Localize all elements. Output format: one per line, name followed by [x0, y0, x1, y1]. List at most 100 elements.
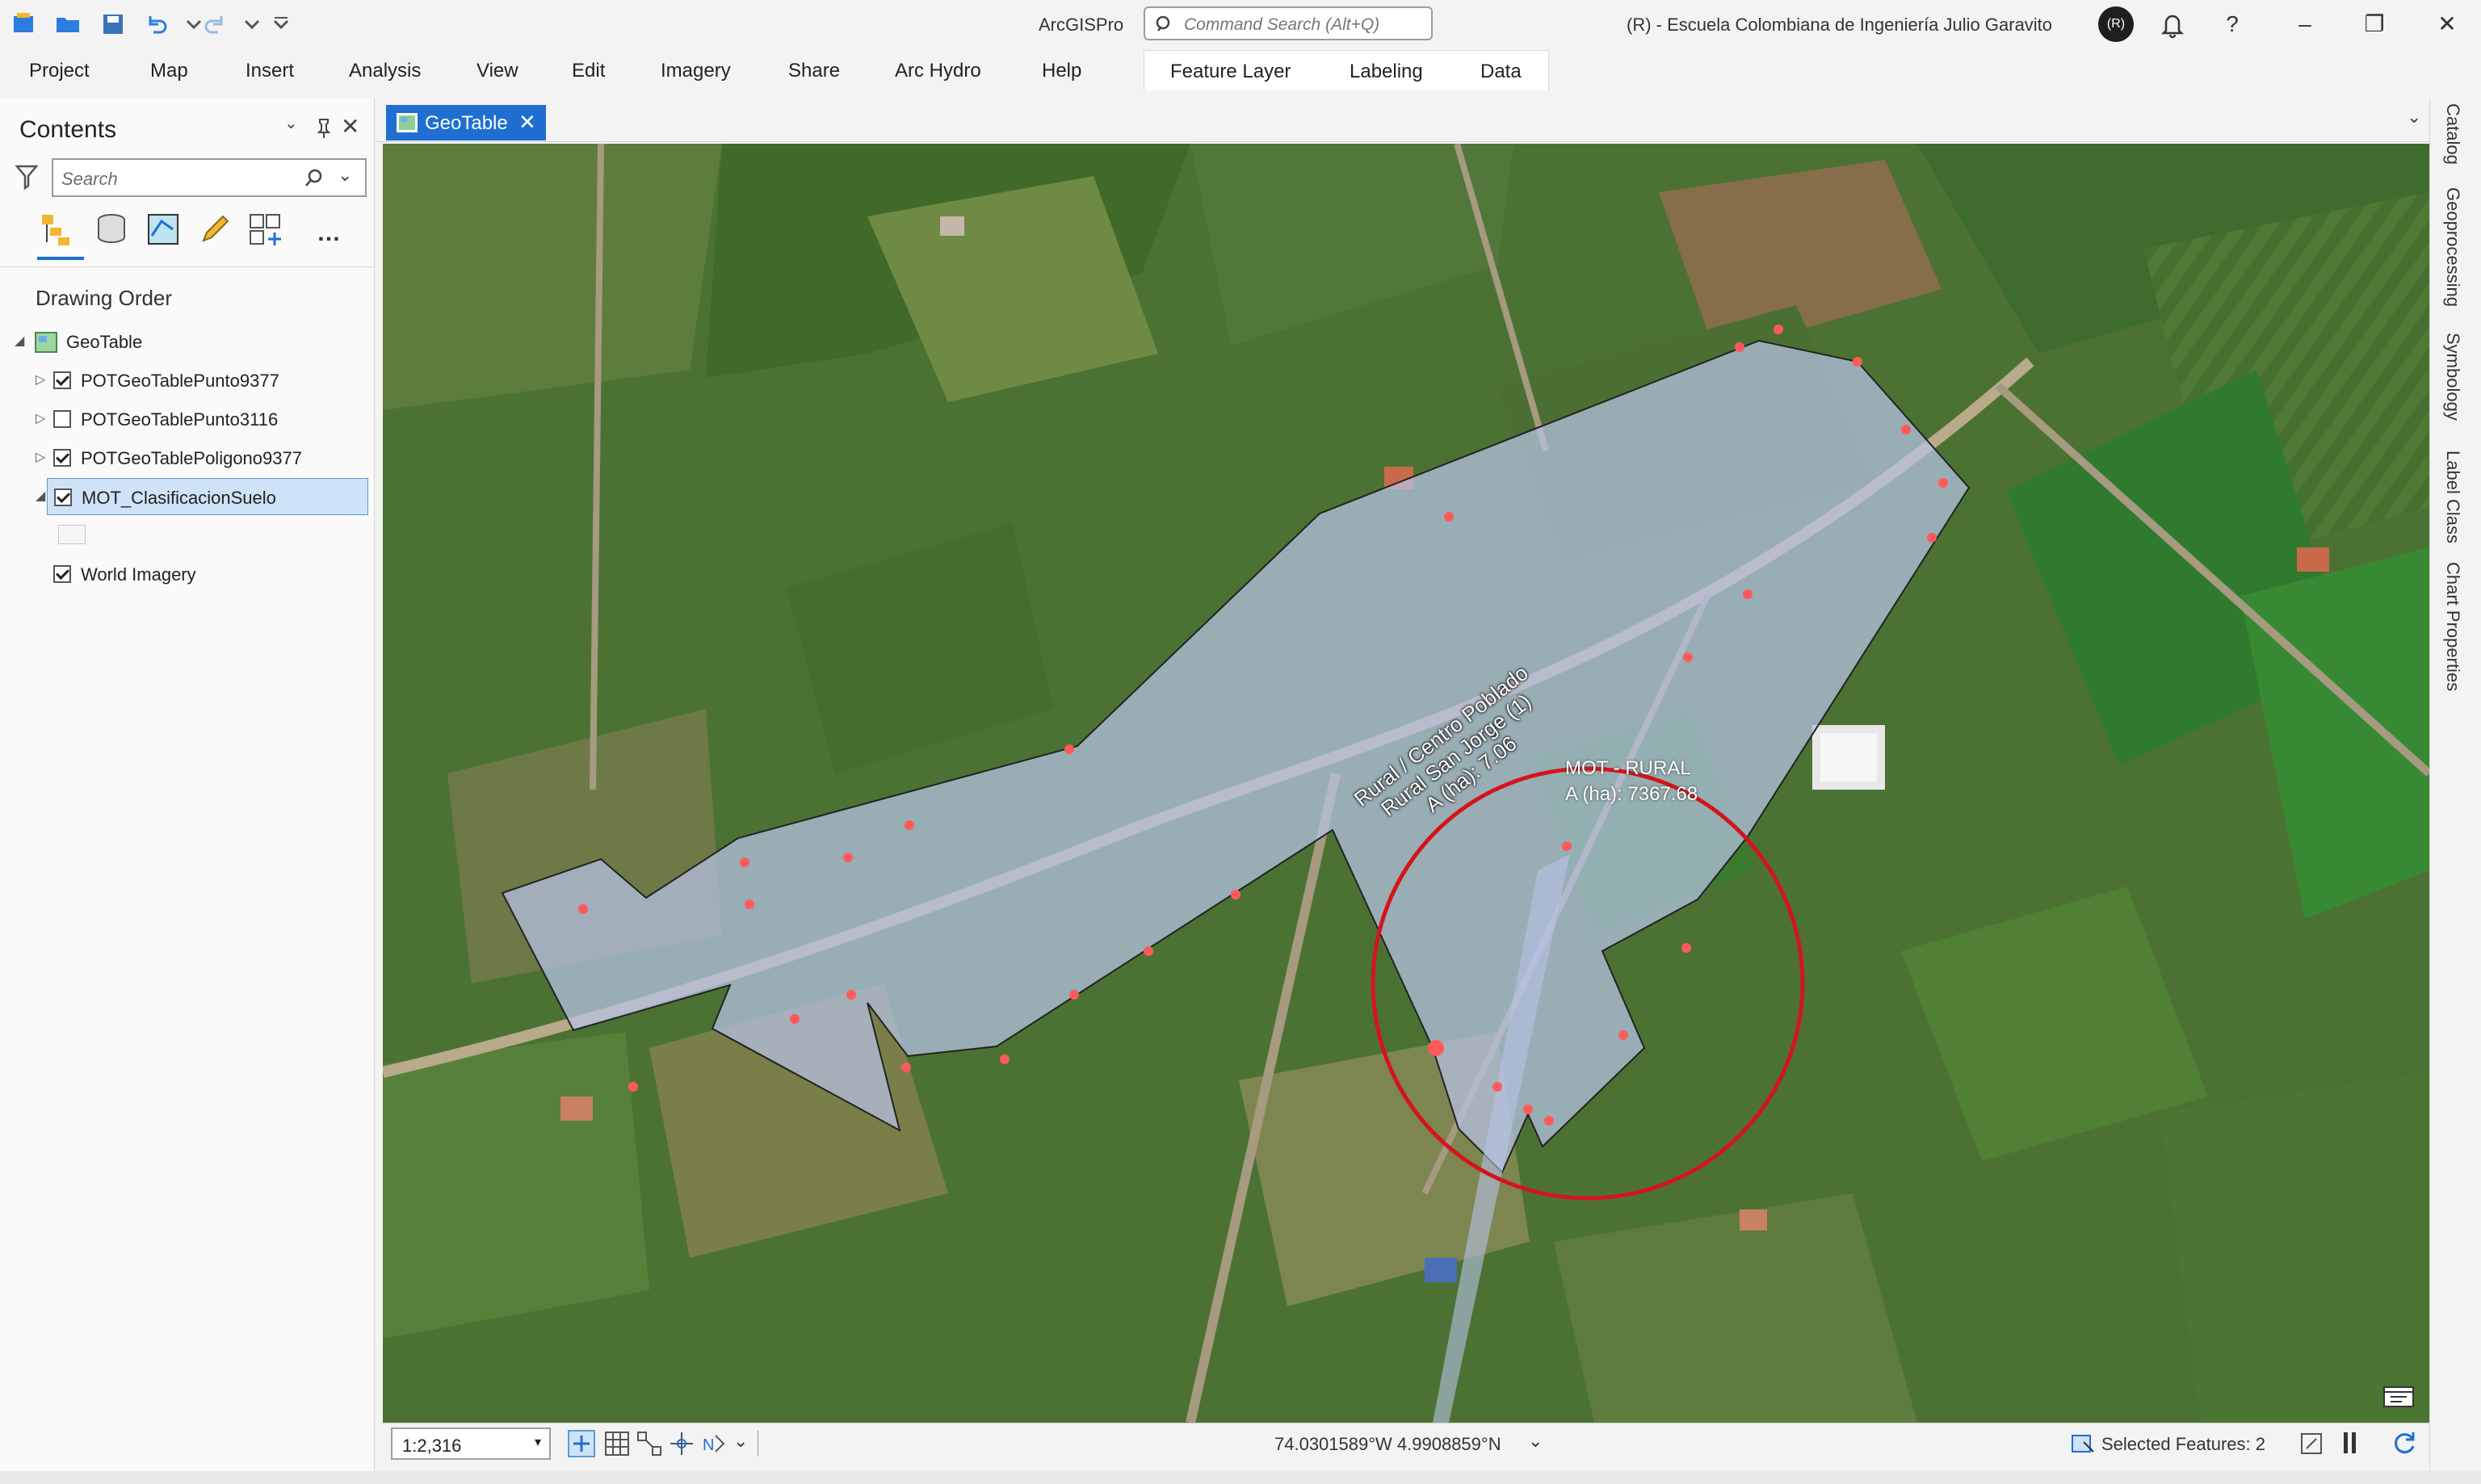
collapse-icon[interactable]: ◢	[15, 333, 24, 349]
command-search-input[interactable]: Command Search (Alt+Q)	[1144, 6, 1433, 40]
layer-name: World Imagery	[81, 564, 196, 585]
snapping-icon[interactable]	[635, 1429, 664, 1458]
toolbar-divider	[0, 266, 375, 267]
map-tips-icon[interactable]	[2381, 1381, 2416, 1410]
app-title: ArcGISPro	[1039, 15, 1124, 35]
collapse-icon[interactable]: ◢	[36, 488, 45, 504]
organization-label: (R) - Escuela Colombiana de Ingeniería J…	[1627, 15, 2053, 35]
tab-project[interactable]: Project	[29, 60, 90, 82]
pane-options-chevron-icon[interactable]: ⌄	[284, 113, 298, 133]
restore-icon[interactable]: ❐	[2358, 8, 2391, 40]
map-canvas[interactable]: Rural / Centro Poblado Rural San Jorge (…	[383, 144, 2429, 1423]
grid-icon[interactable]	[602, 1429, 632, 1458]
scale-selector[interactable]: 1:2,316 ▾	[391, 1427, 551, 1460]
list-by-snapping-icon[interactable]	[247, 212, 286, 250]
constraints-icon[interactable]	[667, 1429, 696, 1458]
dock-tab-label-class[interactable]: Label Class	[2442, 451, 2463, 543]
tab-data[interactable]: Data	[1480, 61, 1522, 83]
redo-icon[interactable]	[200, 10, 229, 39]
list-by-selection-icon[interactable]	[145, 212, 181, 247]
scale-dropdown-icon[interactable]: ▾	[535, 1434, 541, 1450]
svg-text:N: N	[703, 1436, 714, 1454]
new-project-icon[interactable]	[10, 10, 39, 39]
layer-symbol-swatch[interactable]	[58, 525, 86, 544]
selected-features-icon[interactable]	[2069, 1431, 2097, 1457]
tab-map[interactable]: Map	[150, 60, 188, 82]
tab-share[interactable]: Share	[788, 60, 840, 82]
tab-view[interactable]: View	[476, 60, 518, 82]
layer-visibility-checkbox[interactable]	[54, 488, 72, 506]
layer-row-punto3116[interactable]: ▷ POTGeoTablePunto3116	[0, 400, 372, 438]
list-by-editing-icon[interactable]	[197, 212, 233, 247]
window-bottom-edge	[0, 1471, 2481, 1484]
notifications-bell-icon[interactable]	[2156, 8, 2189, 40]
customize-toolbar-icon[interactable]	[267, 10, 296, 39]
open-folder-icon[interactable]	[53, 10, 82, 39]
expand-icon[interactable]: ▷	[36, 410, 45, 426]
layer-row-poligono9377[interactable]: ▷ POTGeoTablePoligono9377	[0, 439, 372, 476]
pin-icon[interactable]	[315, 118, 333, 139]
fixed-zoom-icon[interactable]	[567, 1429, 596, 1458]
close-tab-icon[interactable]: ✕	[518, 110, 536, 135]
search-dropdown-chevron-icon[interactable]: ⌄	[338, 165, 352, 186]
mot-label-line2: A (ha): 7367.68	[1565, 783, 1698, 805]
mot-label: MOT - RURAL A (ha): 7367.68	[1565, 756, 1698, 807]
more-options-icon[interactable]: …	[317, 220, 341, 247]
view-tab-bar	[375, 99, 2429, 142]
selected-features-count: Selected Features: 2	[2101, 1434, 2266, 1454]
minimize-icon[interactable]: –	[2289, 8, 2321, 40]
coordinate-readout: 74.0301589°W 4.9908859°N	[1274, 1434, 1501, 1454]
expand-icon[interactable]: ▷	[36, 449, 45, 465]
command-search-placeholder: Command Search (Alt+Q)	[1184, 15, 1380, 34]
tab-imagery[interactable]: Imagery	[661, 60, 731, 82]
scale-value: 1:2,316	[402, 1436, 462, 1456]
tab-labeling[interactable]: Labeling	[1350, 61, 1423, 83]
mot-label-line1: MOT - RURAL	[1565, 757, 1691, 779]
contents-search-input[interactable]: Search ⌄	[52, 158, 367, 197]
tab-help[interactable]: Help	[1042, 60, 1081, 82]
refresh-icon[interactable]	[2391, 1429, 2418, 1457]
layer-visibility-checkbox[interactable]	[53, 449, 71, 467]
tab-insert[interactable]: Insert	[246, 60, 294, 82]
list-by-source-icon[interactable]	[94, 212, 129, 247]
map-icon	[35, 332, 57, 353]
save-icon[interactable]	[99, 10, 128, 39]
layer-visibility-checkbox[interactable]	[53, 371, 71, 389]
pause-drawing-icon[interactable]	[2342, 1431, 2358, 1455]
map-name: GeoTable	[66, 332, 143, 352]
dock-tab-symbology[interactable]: Symbology	[2442, 333, 2463, 421]
close-pane-icon[interactable]: ✕	[341, 113, 359, 140]
help-icon[interactable]: ?	[2216, 8, 2248, 40]
expand-icon[interactable]: ▷	[36, 371, 45, 388]
tab-edit[interactable]: Edit	[572, 60, 605, 82]
layer-row-world-imagery[interactable]: World Imagery	[0, 555, 372, 593]
correction-icon[interactable]: N	[699, 1429, 728, 1458]
tab-feature-layer[interactable]: Feature Layer	[1170, 61, 1291, 83]
coordinate-format-chevron-icon[interactable]: ⌄	[1528, 1431, 1543, 1452]
contents-title: Contents	[19, 116, 117, 143]
clear-selection-icon[interactable]	[2298, 1431, 2324, 1457]
layer-name: POTGeoTablePoligono9377	[81, 448, 302, 468]
tab-arc-hydro[interactable]: Arc Hydro	[895, 60, 981, 82]
layer-row-mot-clasificacion-selected[interactable]: MOT_ClasificacionSuelo	[47, 478, 368, 515]
drawing-order-heading: Drawing Order	[36, 286, 173, 310]
tab-analysis[interactable]: Analysis	[349, 60, 421, 82]
dock-tab-chart-properties[interactable]: Chart Properties	[2442, 562, 2463, 691]
undo-icon[interactable]	[142, 10, 171, 39]
dock-tab-geoprocessing[interactable]: Geoprocessing	[2442, 187, 2463, 307]
tab-list-chevron-icon[interactable]: ⌄	[2407, 107, 2421, 128]
map-node-geotable[interactable]: ◢ GeoTable	[0, 323, 372, 360]
filter-icon[interactable]	[15, 163, 39, 191]
dock-tab-catalog[interactable]: Catalog	[2442, 103, 2463, 165]
layer-row-punto9377[interactable]: ▷ POTGeoTablePunto9377	[0, 362, 372, 399]
layer-visibility-checkbox[interactable]	[53, 410, 71, 428]
layer-name: POTGeoTablePunto9377	[81, 371, 279, 391]
map-view-tab[interactable]: GeoTable ✕	[386, 105, 546, 140]
layer-visibility-checkbox[interactable]	[53, 565, 71, 583]
close-window-icon[interactable]: ✕	[2431, 8, 2463, 40]
redo-dropdown-icon[interactable]	[237, 10, 267, 39]
list-by-drawing-order-icon[interactable]	[39, 212, 81, 250]
status-tools-chevron-icon[interactable]: ⌄	[733, 1431, 748, 1452]
active-view-indicator	[37, 257, 84, 260]
user-avatar[interactable]: (R)	[2098, 6, 2134, 42]
